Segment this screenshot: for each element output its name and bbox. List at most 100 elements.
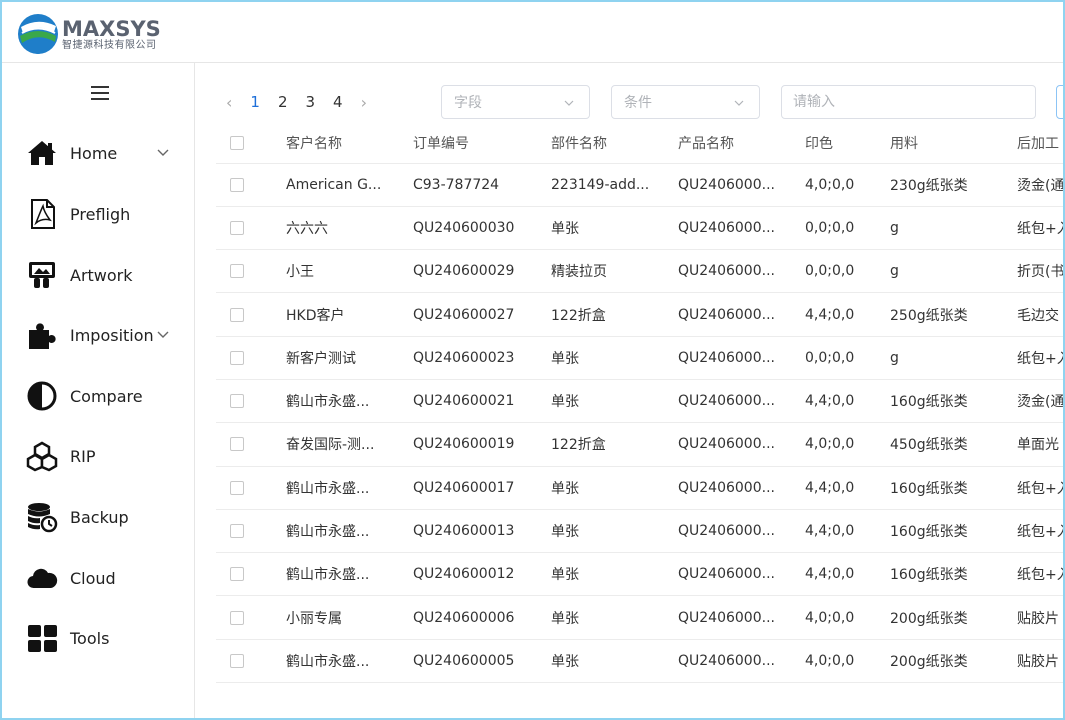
- row-checkbox-cell: [216, 422, 286, 467]
- table-row[interactable]: 新客户测试 QU240600023 单张 QU2406000... 0,0;0,0 g 纸包…: [216, 336, 1063, 380]
- field-select[interactable]: 字段: [441, 85, 590, 119]
- material-cell: 450g纸张类: [890, 422, 1017, 467]
- order-number-cell: QU240600013: [413, 509, 551, 554]
- page-2-button[interactable]: 2: [278, 93, 288, 111]
- row-checkbox-cell: [216, 163, 286, 207]
- page-1-button[interactable]: 1: [250, 93, 260, 111]
- sidebar-item-cloud[interactable]: Cloud: [26, 558, 186, 598]
- row-checkbox[interactable]: [230, 177, 244, 192]
- row-checkbox[interactable]: [230, 264, 244, 279]
- table-row[interactable]: 鹤山市永盛... QU240600021 单张 QU2406000... 4,4;0,0…: [216, 379, 1063, 424]
- print-color-cell: 4,4;0,0: [805, 509, 890, 554]
- page-3-button[interactable]: 3: [306, 93, 316, 111]
- customer-name-cell: 新客户测试: [286, 336, 413, 380]
- chevron-down-icon: [734, 100, 744, 106]
- material-cell: g: [890, 249, 1017, 294]
- post-process-cell: 纸包+入: [1017, 466, 1063, 510]
- database-restore-icon: [26, 499, 62, 535]
- customer-name-cell: 小王: [286, 249, 413, 294]
- row-checkbox-cell: [216, 336, 286, 380]
- part-name-cell: 单张: [551, 595, 678, 640]
- sidebar-item-imposition[interactable]: Imposition: [26, 315, 186, 355]
- product-name-cell: QU2406000...: [678, 379, 805, 424]
- print-color-cell: 4,4;0,0: [805, 466, 890, 510]
- customer-name-cell: 鹤山市永盛...: [286, 379, 413, 424]
- column-header[interactable]: 订单编号: [413, 123, 551, 164]
- row-checkbox[interactable]: [230, 567, 244, 582]
- post-process-cell: 折页(书: [1017, 249, 1063, 294]
- row-checkbox[interactable]: [230, 437, 244, 452]
- pdf-icon: [26, 196, 62, 232]
- product-name-cell: QU2406000...: [678, 595, 805, 640]
- search-input[interactable]: [781, 85, 1036, 119]
- brand-name: MAXSYS: [62, 16, 161, 41]
- post-process-cell: 烫金(通: [1017, 379, 1063, 424]
- table-row[interactable]: 奋发国际-测... QU240600019 122折盒 QU2406000... 4,0…: [216, 422, 1063, 467]
- material-cell: g: [890, 206, 1017, 251]
- sidebar-item-compare[interactable]: Compare: [26, 376, 186, 416]
- search-button[interactable]: [1056, 85, 1063, 119]
- part-name-cell: 单张: [551, 509, 678, 554]
- condition-select[interactable]: 条件: [611, 85, 760, 119]
- table-row[interactable]: 小王 QU240600029 精装拉页 QU2406000... 0,0;0,0 g 折页(…: [216, 249, 1063, 294]
- sidebar: Home Prefligh Artwork Imposition Compare…: [2, 63, 195, 718]
- table-row[interactable]: HKD客户 QU240600027 122折盒 QU2406000... 4,4;0,0…: [216, 292, 1063, 337]
- row-checkbox[interactable]: [230, 480, 244, 495]
- sidebar-item-backup[interactable]: Backup: [26, 497, 186, 537]
- table-row[interactable]: 鹤山市永盛... QU240600017 单张 QU2406000... 4,4;0,0…: [216, 466, 1063, 510]
- row-checkbox[interactable]: [230, 524, 244, 539]
- material-cell: 160g纸张类: [890, 379, 1017, 424]
- app-window: MAXSYS 智捷源科技有限公司 Home Prefligh Artwork I…: [0, 0, 1065, 720]
- material-cell: 200g纸张类: [890, 639, 1017, 684]
- row-checkbox[interactable]: [230, 394, 244, 409]
- post-process-cell: 纸包+入: [1017, 336, 1063, 380]
- sidebar-item-label: Home: [70, 143, 118, 163]
- product-name-cell: QU2406000...: [678, 639, 805, 684]
- column-header[interactable]: 部件名称: [551, 123, 678, 164]
- table-row[interactable]: 鹤山市永盛... QU240600005 单张 QU2406000... 4,0;0,0…: [216, 639, 1063, 684]
- table-row[interactable]: 小丽专属 QU240600006 单张 QU2406000... 4,0;0,0 200g…: [216, 595, 1063, 640]
- maxsys-logo-icon: [18, 14, 58, 54]
- material-cell: 160g纸张类: [890, 552, 1017, 597]
- row-checkbox-cell: [216, 379, 286, 424]
- sidebar-item-label: Cloud: [70, 568, 116, 588]
- row-checkbox[interactable]: [230, 307, 244, 322]
- row-checkbox[interactable]: [230, 350, 244, 365]
- table-row[interactable]: 六六六QU240600030单张QU2406000...0,0;0,0g纸包+入: [216, 206, 1063, 251]
- table-row[interactable]: 鹤山市永盛... QU240600012 单张 QU2406000... 4,4;0,0…: [216, 552, 1063, 597]
- sidebar-item-artwork[interactable]: Artwork: [26, 255, 186, 295]
- column-header[interactable]: 客户名称: [286, 123, 413, 164]
- sidebar-item-label: Compare: [70, 386, 143, 406]
- material-cell: 160g纸张类: [890, 509, 1017, 554]
- row-checkbox[interactable]: [230, 220, 244, 235]
- select-all-checkbox[interactable]: [230, 135, 244, 150]
- product-name-cell: QU2406000...: [678, 206, 805, 251]
- product-name-cell: QU2406000...: [678, 422, 805, 467]
- column-header[interactable]: 后加工: [1017, 123, 1063, 164]
- prev-page-button[interactable]: ‹: [226, 93, 232, 112]
- customer-name-cell: 鹤山市永盛...: [286, 552, 413, 597]
- page-4-button[interactable]: 4: [333, 93, 343, 111]
- row-checkbox[interactable]: [230, 610, 244, 625]
- column-header[interactable]: 用料: [890, 123, 1017, 164]
- sidebar-item-home[interactable]: Home: [26, 133, 186, 173]
- table-row[interactable]: 鹤山市永盛... QU240600013 单张 QU2406000... 4,4;0,0…: [216, 509, 1063, 554]
- sidebar-item-label: Backup: [70, 507, 129, 527]
- sidebar-item-tools[interactable]: Tools: [26, 618, 186, 658]
- product-name-cell: QU2406000...: [678, 466, 805, 510]
- next-page-button[interactable]: ›: [361, 93, 367, 112]
- column-header[interactable]: 印色: [805, 123, 890, 164]
- part-name-cell: 单张: [551, 639, 678, 684]
- column-header[interactable]: 产品名称: [678, 123, 805, 164]
- post-process-cell: 毛边交: [1017, 292, 1063, 337]
- print-color-cell: 0,0;0,0: [805, 249, 890, 294]
- row-checkbox[interactable]: [230, 653, 244, 668]
- order-number-cell: QU240600027: [413, 292, 551, 337]
- sidebar-item-rip[interactable]: RIP: [26, 436, 186, 476]
- brand-logo[interactable]: MAXSYS 智捷源科技有限公司: [16, 12, 161, 56]
- row-checkbox-cell: [216, 292, 286, 337]
- sidebar-item-prefligh[interactable]: Prefligh: [26, 194, 186, 234]
- product-name-cell: QU2406000...: [678, 336, 805, 380]
- hamburger-icon[interactable]: [91, 86, 109, 100]
- table-row[interactable]: American G... C93-787724 223149-add... QU24…: [216, 163, 1063, 207]
